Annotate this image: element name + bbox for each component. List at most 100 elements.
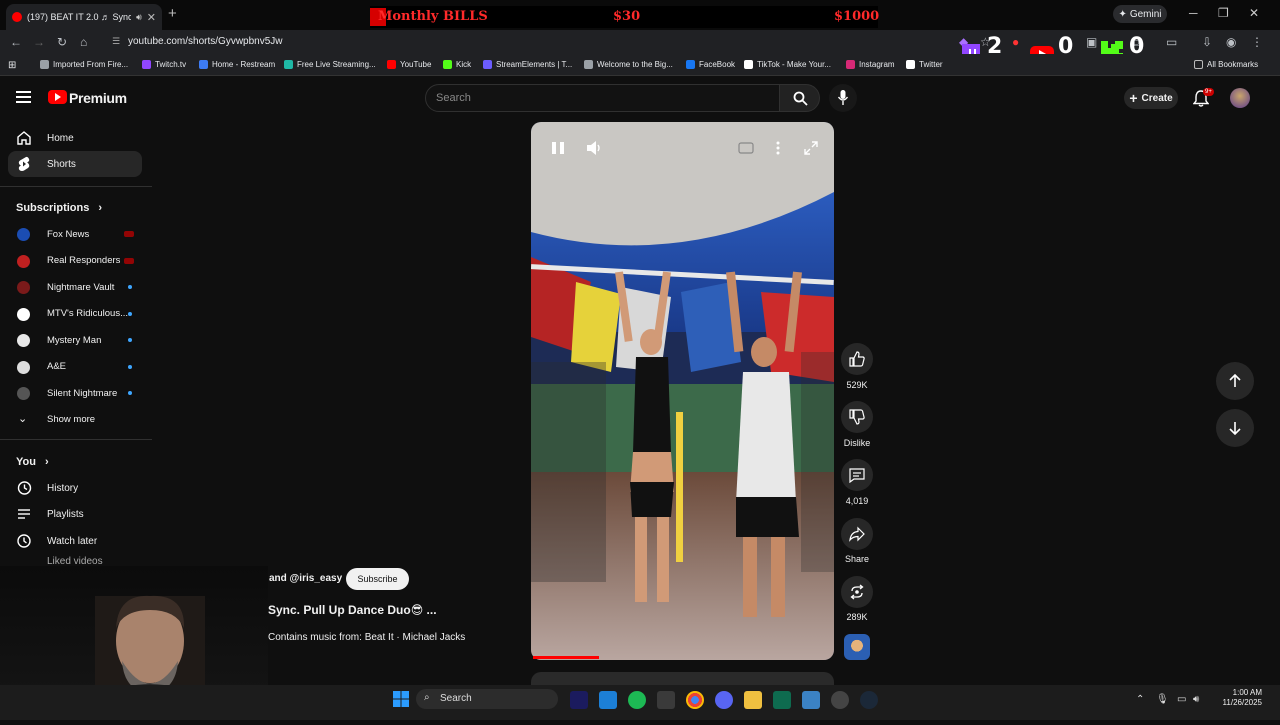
shorts-video-player[interactable]: [531, 122, 834, 660]
subscription-item[interactable]: Fox News: [0, 221, 152, 247]
subscription-item[interactable]: A&E: [0, 354, 152, 380]
pause-icon[interactable]: [551, 140, 565, 156]
settings-app-icon[interactable]: [831, 691, 849, 709]
channel-handle[interactable]: and @iris_easy: [269, 573, 342, 584]
bookmark-item[interactable]: YouTube: [387, 60, 431, 69]
terminal-app-icon[interactable]: [773, 691, 791, 709]
bookmark-favicon-icon: [40, 60, 49, 69]
search-input[interactable]: Search: [425, 84, 780, 112]
bookmark-item[interactable]: Twitter: [906, 60, 943, 69]
tray-volume-icon[interactable]: 🔊︎: [1193, 694, 1199, 705]
cast-icon[interactable]: ▭: [1166, 35, 1177, 49]
channel-avatar: [17, 228, 30, 241]
bookmark-item[interactable]: Instagram: [846, 60, 895, 69]
gallery-app-icon[interactable]: [599, 691, 617, 709]
show-more-button[interactable]: ⌄ Show more: [0, 406, 152, 432]
all-bookmarks[interactable]: All Bookmarks: [1194, 60, 1258, 69]
tray-network-icon[interactable]: ▭: [1177, 694, 1186, 705]
microphone-icon: [838, 90, 848, 105]
minimize-window-icon[interactable]: ─: [1189, 6, 1198, 20]
tray-overflow-icon[interactable]: ⌃: [1136, 694, 1144, 705]
sound-channel-thumbnail[interactable]: [844, 634, 870, 660]
address-bar[interactable]: ☰ youtube.com/shorts/Gyvwpbnv5Jw: [106, 32, 946, 52]
tray-microphone-icon[interactable]: 🎙︎: [1156, 694, 1169, 705]
tab-audio-icon[interactable]: 🔊︎: [136, 12, 142, 23]
bookmark-item[interactable]: Twitch.tv: [142, 60, 186, 69]
like-button[interactable]: [841, 343, 873, 375]
previous-short-button[interactable]: [1216, 362, 1254, 400]
search-button[interactable]: [779, 84, 820, 112]
profile-icon[interactable]: ◉: [1226, 35, 1236, 49]
extension-puzzle-icon[interactable]: ▣: [1086, 35, 1097, 49]
gemini-button[interactable]: ✦ Gemini: [1113, 5, 1167, 23]
bookmark-item[interactable]: StreamElements | T...: [483, 60, 572, 69]
youtube-brand-label[interactable]: Premium: [69, 90, 127, 106]
bookmark-item[interactable]: TikTok - Make Your...: [744, 60, 831, 69]
music-credit[interactable]: Contains music from: Beat It · Michael J…: [268, 632, 465, 643]
account-avatar[interactable]: [1230, 88, 1250, 108]
short-title[interactable]: Sync. Pull Up Dance Duo😎 ...: [268, 603, 437, 617]
subscription-item[interactable]: Real Responders: [0, 248, 152, 274]
steam-app-icon[interactable]: [860, 691, 878, 709]
bookmark-item[interactable]: Imported From Fire...: [40, 60, 128, 69]
sidebar-item-history[interactable]: History: [8, 475, 142, 501]
bookmark-item[interactable]: Free Live Streaming...: [284, 60, 376, 69]
subscriptions-heading[interactable]: Subscriptions ›: [16, 202, 102, 214]
photoshop-app-icon[interactable]: [570, 691, 588, 709]
youtube-logo-icon[interactable]: [48, 90, 67, 104]
apps-grid-icon[interactable]: ⊞: [8, 60, 16, 71]
bookmark-item[interactable]: FaceBook: [686, 60, 735, 69]
home-icon[interactable]: ⌂: [80, 35, 87, 49]
captions-icon[interactable]: [738, 142, 754, 154]
browser-toolbar: ← → ↻ ⌂ ☰ youtube.com/shorts/Gyvwpbnv5Jw…: [0, 30, 1280, 54]
dislike-button[interactable]: [841, 401, 873, 433]
volume-icon[interactable]: [586, 140, 602, 156]
subscription-item[interactable]: Silent Nightmare: [0, 380, 152, 406]
share-button[interactable]: [841, 518, 873, 550]
site-info-icon[interactable]: ☰: [112, 36, 120, 47]
subscription-item[interactable]: MTV's Ridiculous...: [0, 301, 152, 327]
reload-icon[interactable]: ↻: [57, 35, 67, 49]
forward-arrow-icon[interactable]: →: [33, 35, 45, 49]
bookmark-item[interactable]: Kick: [443, 60, 471, 69]
guide-menu-icon[interactable]: [16, 91, 31, 103]
restore-window-icon[interactable]: ❐: [1218, 6, 1229, 20]
sidebar-item-shorts[interactable]: Shorts: [8, 151, 142, 177]
downloads-icon[interactable]: ⇩: [1202, 35, 1212, 49]
comments-button[interactable]: [841, 459, 873, 491]
discord-app-icon[interactable]: [715, 691, 733, 709]
notepad-app-icon[interactable]: [802, 691, 820, 709]
sidebar-item-home[interactable]: Home: [8, 125, 142, 151]
new-tab-icon[interactable]: +: [168, 5, 177, 22]
subscription-item[interactable]: Mystery Man: [0, 327, 152, 353]
taskbar-search-box[interactable]: ⌕ Search: [416, 689, 558, 709]
file-explorer-icon[interactable]: [744, 691, 762, 709]
bookmark-item[interactable]: Welcome to the Big...: [584, 60, 673, 69]
fullscreen-icon[interactable]: [803, 140, 819, 156]
remix-button[interactable]: [841, 576, 873, 608]
subscription-item[interactable]: Nightmare Vault: [0, 274, 152, 300]
sidebar-item-watch-later[interactable]: Watch later: [8, 528, 142, 554]
windows-start-icon[interactable]: [393, 691, 409, 707]
chrome-app-icon[interactable]: [686, 691, 704, 709]
bookmark-item[interactable]: Home - Restream: [199, 60, 275, 69]
obs-app-icon[interactable]: [657, 691, 675, 709]
spotify-app-icon[interactable]: [628, 691, 646, 709]
create-button[interactable]: + Create: [1124, 87, 1178, 109]
bills-goal-amount: $1000: [834, 9, 880, 24]
system-clock[interactable]: 1:00 AM 11/26/2025: [1210, 688, 1262, 708]
next-short-button[interactable]: [1216, 409, 1254, 447]
subscribe-button[interactable]: Subscribe: [346, 568, 409, 590]
video-progress-bar[interactable]: [533, 656, 599, 659]
voice-search-button[interactable]: [829, 84, 857, 112]
extension-icon[interactable]: ●: [1012, 35, 1019, 49]
tab-close-icon[interactable]: ✕: [147, 11, 156, 24]
back-arrow-icon[interactable]: ←: [10, 35, 22, 49]
browser-menu-icon[interactable]: ⋮: [1251, 35, 1263, 49]
sidebar-item-playlists[interactable]: Playlists: [8, 501, 142, 527]
you-heading[interactable]: You ›: [16, 456, 49, 468]
browser-tab-active[interactable]: (197) BEAT IT 2.0 ♬ Sync. P 🔊︎ ✕: [6, 4, 162, 30]
close-window-icon[interactable]: ✕: [1249, 6, 1259, 20]
bookmark-label: Free Live Streaming...: [297, 60, 376, 69]
more-options-icon[interactable]: [775, 140, 781, 156]
